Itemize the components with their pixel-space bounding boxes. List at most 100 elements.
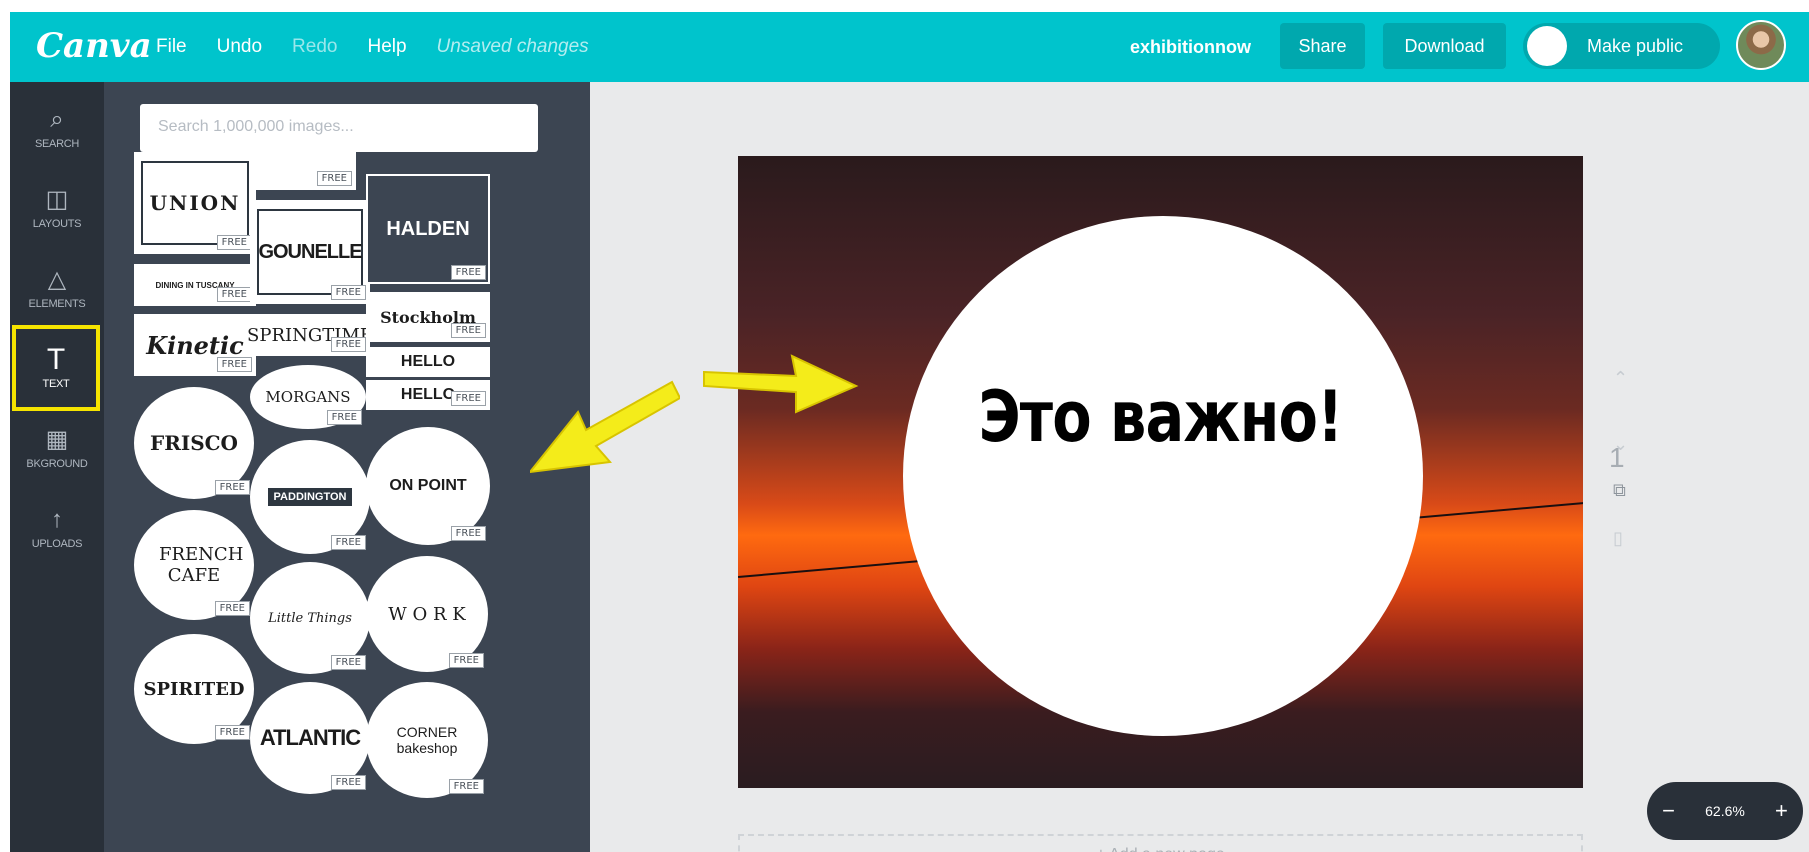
free-badge: FREE xyxy=(216,357,252,372)
template-title: UNION xyxy=(149,190,241,215)
background-icon: ▦ xyxy=(45,426,69,453)
text-template-union[interactable]: UNION FREE xyxy=(134,152,256,254)
template-title: HALDEN xyxy=(386,217,470,240)
text-template-morgans[interactable]: MORGANS FREE xyxy=(250,365,366,429)
search-icon: ⌕ xyxy=(50,106,64,133)
top-bar: Canva File Undo Redo Help Unsaved change… xyxy=(10,12,1809,82)
template-title: FRISCO xyxy=(150,431,238,455)
text-template-on-point[interactable]: ON POINT FREE xyxy=(366,427,490,545)
rail-item-uploads[interactable]: ↑ UPLOADS xyxy=(10,488,104,568)
free-badge: FREE xyxy=(330,337,366,352)
free-badge: FREE xyxy=(450,526,486,541)
free-badge: FREE xyxy=(330,285,366,300)
template-title: HELLO xyxy=(400,386,456,403)
zoom-out-button[interactable]: − xyxy=(1662,798,1675,824)
text-template-hello-2[interactable]: HELLO FREE xyxy=(366,380,490,410)
zoom-control: − 62.6% + xyxy=(1647,782,1803,840)
annotation-arrow-to-canvas xyxy=(703,354,859,414)
make-public-label: Make public xyxy=(1587,35,1684,56)
free-badge: FREE xyxy=(214,601,250,616)
menu-help[interactable]: Help xyxy=(367,36,406,58)
text-template-halden[interactable]: HALDEN FREE xyxy=(366,174,490,284)
top-menu: File Undo Redo Help Unsaved changes xyxy=(156,36,619,58)
template-title: ON POINT xyxy=(389,477,467,494)
free-badge: FREE xyxy=(330,535,366,550)
avatar[interactable] xyxy=(1736,20,1786,70)
menu-redo[interactable]: Redo xyxy=(292,36,337,58)
toggle-knob xyxy=(1527,26,1567,66)
free-badge: FREE xyxy=(330,775,366,790)
template-title: GOUNELLE xyxy=(258,240,362,263)
text-templates-panel: Search 1,000,000 images... UNION FREE DI… xyxy=(104,82,590,852)
design-page[interactable]: Это важно! xyxy=(738,156,1583,788)
menu-undo[interactable]: Undo xyxy=(217,36,262,58)
text-template-spirited[interactable]: SPIRITED FREE xyxy=(134,634,254,744)
free-badge: FREE xyxy=(216,235,252,250)
white-circle-shape[interactable] xyxy=(903,216,1423,736)
free-badge: FREE xyxy=(448,653,484,668)
rail-item-background[interactable]: ▦ BKGROUND xyxy=(10,408,104,488)
free-badge: FREE xyxy=(316,171,352,186)
template-title: CORNER bakeshop xyxy=(396,724,458,756)
rail-item-elements[interactable]: △ ELEMENTS xyxy=(10,248,104,328)
text-template-hello-1[interactable]: HELLO xyxy=(366,347,490,377)
rail-item-label: LAYOUTS xyxy=(32,218,82,230)
add-new-page-button[interactable]: + Add a new page xyxy=(738,834,1583,852)
make-public-toggle[interactable]: Make public xyxy=(1523,23,1720,69)
duplicate-page-icon[interactable]: ⧉ xyxy=(1613,480,1626,501)
image-search-input[interactable]: Search 1,000,000 images... xyxy=(140,104,538,152)
text-template-frisco[interactable]: FRISCO FREE xyxy=(134,387,254,499)
rail-item-label: SEARCH xyxy=(34,138,80,150)
text-template-blank[interactable]: FREE xyxy=(250,152,356,190)
shapes-icon: △ xyxy=(47,266,67,293)
layouts-icon: ◫ xyxy=(45,186,69,213)
left-rail: ⌕ SEARCH ◫ LAYOUTS △ ELEMENTS T TEXT ▦ B… xyxy=(10,82,104,852)
zoom-in-button[interactable]: + xyxy=(1775,798,1788,824)
text-template-dining[interactable]: DINING IN TUSCANY FREE xyxy=(134,264,256,306)
headline-text[interactable]: Это важно! xyxy=(814,376,1507,458)
rail-item-label: BKGROUND xyxy=(26,458,88,470)
rail-item-text[interactable]: T TEXT xyxy=(12,325,100,411)
app-window: Canva File Undo Redo Help Unsaved change… xyxy=(10,12,1809,852)
delete-page-icon[interactable]: ▯ xyxy=(1613,528,1623,549)
download-button[interactable]: Download xyxy=(1383,23,1506,69)
template-title: SPIRITED xyxy=(143,678,245,700)
template-title: W O R K xyxy=(388,603,466,625)
zoom-level: 62.6% xyxy=(1705,803,1745,819)
template-title: MORGANS xyxy=(265,388,351,406)
canvas-stage: Это важно! ⌃ 1 ⌄ ⧉ ▯ + Add a new page − … xyxy=(590,82,1809,852)
upload-icon: ↑ xyxy=(51,506,63,533)
text-template-paddington[interactable]: PADDINGTON FREE xyxy=(250,440,370,554)
template-frame: GOUNELLE xyxy=(256,209,364,295)
move-up-icon[interactable]: ⌃ xyxy=(1613,368,1628,389)
template-title: HELLO xyxy=(400,353,456,370)
rail-item-search[interactable]: ⌕ SEARCH xyxy=(10,88,104,168)
rail-item-label: ELEMENTS xyxy=(28,298,86,310)
text-template-springtime[interactable]: SPRINGTIME FREE xyxy=(247,314,373,356)
move-down-icon[interactable]: ⌄ xyxy=(1613,434,1628,455)
unsaved-status: Unsaved changes xyxy=(436,36,589,57)
design-owner-name[interactable]: exhibitionnow xyxy=(1130,37,1251,58)
text-template-little-things[interactable]: Little Things FREE xyxy=(250,562,370,674)
free-badge: FREE xyxy=(450,265,486,280)
text-template-gounelle[interactable]: GOUNELLE FREE xyxy=(250,200,370,304)
template-title: FRENCH CAFE xyxy=(159,544,244,586)
text-template-atlantic[interactable]: ATLANTIC FREE xyxy=(250,682,370,794)
text-template-work[interactable]: W O R K FREE xyxy=(366,556,488,672)
free-badge: FREE xyxy=(330,655,366,670)
share-button[interactable]: Share xyxy=(1280,23,1365,69)
rail-item-layouts[interactable]: ◫ LAYOUTS xyxy=(10,168,104,248)
text-template-french-cafe[interactable]: FRENCH CAFE FREE xyxy=(134,510,254,620)
template-title: Kinetic xyxy=(146,330,244,360)
free-badge: FREE xyxy=(214,480,250,495)
free-badge: FREE xyxy=(448,779,484,794)
text-template-stockholm[interactable]: Stockholm FREE xyxy=(366,292,490,342)
menu-file[interactable]: File xyxy=(156,36,187,58)
text-template-corner-bakeshop[interactable]: CORNER bakeshop FREE xyxy=(366,682,488,798)
template-title: PADDINGTON xyxy=(267,488,353,506)
text-template-kinetic[interactable]: Kinetic FREE xyxy=(134,314,256,376)
canva-logo[interactable]: Canva xyxy=(36,26,152,66)
free-badge: FREE xyxy=(326,410,362,425)
free-badge: FREE xyxy=(450,391,486,406)
annotation-arrow-to-badge xyxy=(530,380,680,474)
